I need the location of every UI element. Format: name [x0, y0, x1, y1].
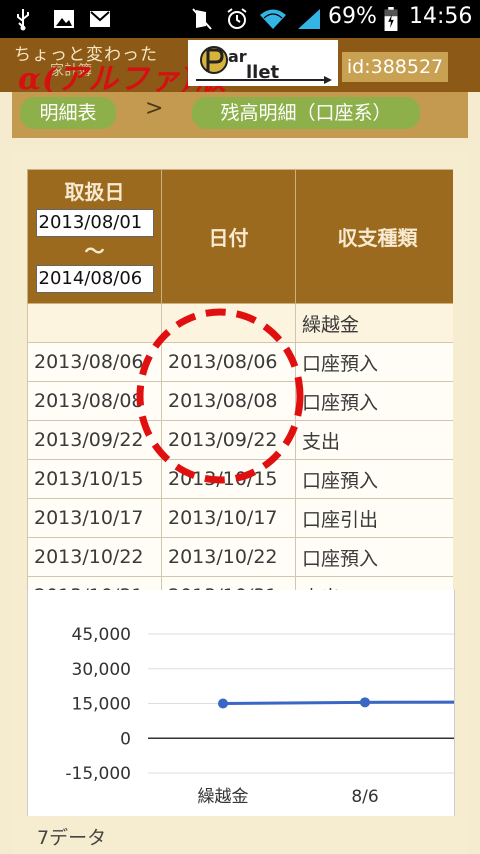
carry-over-type: 繰越金 — [295, 303, 453, 343]
breadcrumb-balance-detail[interactable]: 残高明細（口座系） — [192, 97, 420, 129]
table-row[interactable]: 2013/10/17 2013/10/17 口座引出 — [27, 498, 453, 538]
usb-icon — [17, 9, 29, 31]
y-tick-label: -15,000 — [65, 764, 131, 784]
breadcrumb-statement-link[interactable]: 明細表 — [20, 97, 116, 129]
carry-over-date — [161, 303, 296, 343]
breadcrumb-separator: > — [145, 96, 164, 121]
statement-table-container[interactable]: 取扱日 2013/08/01 〜 2014/08/06 日付 収支種類 繰越金 … — [27, 169, 453, 593]
row-date: 2013/10/22 — [161, 537, 296, 577]
row-date: 2013/08/08 — [161, 381, 296, 421]
y-tick-label: 45,000 — [72, 625, 131, 645]
row-date: 2013/09/22 — [161, 420, 296, 460]
svg-text:ar: ar — [228, 47, 247, 66]
signal-icon — [298, 9, 320, 29]
row-handled-date: 2013/10/22 — [27, 537, 162, 577]
date-to-input[interactable]: 2014/08/06 — [35, 265, 154, 293]
y-tick-label: 15,000 — [72, 695, 131, 715]
row-handled-date: 2013/10/15 — [27, 459, 162, 499]
balance-line-chart: 45,000 30,000 15,000 0 -15,000 繰越金 8/6 — [65, 625, 455, 807]
clock: 14:56 — [409, 4, 473, 29]
date-range-tilde: 〜 — [84, 239, 105, 263]
y-tick-label: 0 — [120, 729, 131, 749]
image-icon — [54, 10, 74, 28]
x-category-label: 繰越金 — [198, 787, 249, 807]
balance-chart: 45,000 30,000 15,000 0 -15,000 繰越金 8/6 — [27, 590, 455, 816]
y-tick-label: 30,000 — [72, 660, 131, 680]
row-handled-date: 2013/08/06 — [27, 342, 162, 382]
handled-date-title: 取扱日 — [64, 180, 125, 204]
data-point[interactable] — [218, 698, 228, 709]
data-count: 7データ — [37, 827, 107, 849]
row-type: 支出 — [295, 420, 453, 460]
parwallet-logo: ar llet — [192, 43, 334, 84]
data-point[interactable] — [360, 697, 370, 708]
row-type: 口座預入 — [295, 459, 453, 499]
x-category-label: 8/6 — [351, 787, 378, 807]
row-date: 2013/10/15 — [161, 459, 296, 499]
row-handled-date: 2013/08/08 — [27, 381, 162, 421]
app-logo[interactable]: ar llet — [188, 40, 338, 86]
series-line — [222, 700, 455, 705]
row-date: 2013/08/06 — [161, 342, 296, 382]
carry-over-handled — [27, 303, 162, 343]
row-date: 2013/10/17 — [161, 498, 296, 538]
row-handled-date: 2013/10/17 — [27, 498, 162, 538]
statement-table: 取扱日 2013/08/01 〜 2014/08/06 日付 収支種類 繰越金 … — [27, 169, 453, 593]
carry-over-row: 繰越金 — [27, 303, 453, 343]
battery-percent: 69% — [328, 4, 377, 29]
battery-icon — [384, 7, 398, 31]
date-header[interactable]: 日付 — [161, 169, 296, 304]
table-row[interactable]: 2013/10/22 2013/10/22 口座預入 — [27, 537, 453, 577]
user-id-badge: id:388527 — [342, 52, 448, 82]
date-from-input[interactable]: 2013/08/01 — [35, 209, 154, 237]
row-type: 口座預入 — [295, 537, 453, 577]
table-row[interactable]: 2013/08/06 2013/08/06 口座預入 — [27, 342, 453, 382]
status-bar: 69% 14:56 — [0, 0, 480, 38]
handled-date-header: 取扱日 2013/08/01 〜 2014/08/06 — [27, 169, 162, 304]
gmail-icon — [90, 11, 110, 27]
type-header[interactable]: 収支種類 — [295, 169, 453, 304]
wifi-icon — [260, 9, 286, 29]
table-row[interactable]: 2013/10/15 2013/10/15 口座預入 — [27, 459, 453, 499]
alarm-icon — [227, 8, 247, 29]
mute-icon — [192, 8, 212, 30]
row-type: 口座預入 — [295, 342, 453, 382]
table-row[interactable]: 2013/09/22 2013/09/22 支出 — [27, 420, 453, 460]
row-handled-date: 2013/09/22 — [27, 420, 162, 460]
table-row[interactable]: 2013/08/08 2013/08/08 口座預入 — [27, 381, 453, 421]
row-type: 口座預入 — [295, 381, 453, 421]
row-type: 口座引出 — [295, 498, 453, 538]
